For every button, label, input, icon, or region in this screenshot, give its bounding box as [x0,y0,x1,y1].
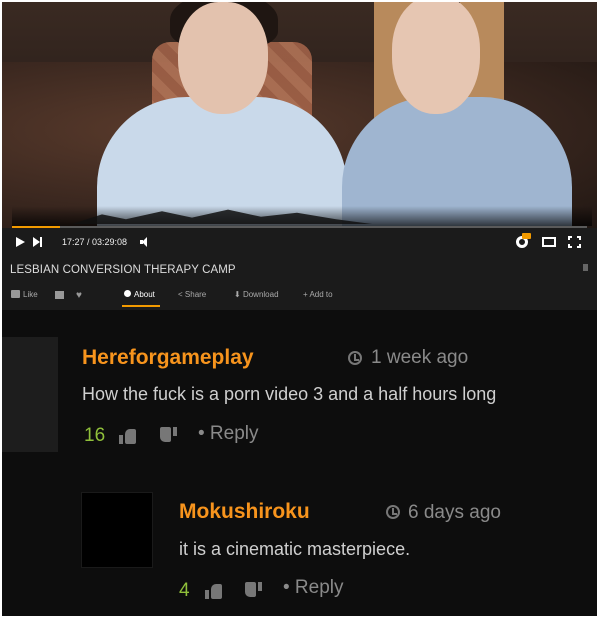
avatar[interactable] [81,492,153,568]
reply-link[interactable]: • Reply [198,423,259,445]
play-icon[interactable] [16,237,25,247]
share-icon: < [178,290,183,299]
clock-icon [348,351,362,365]
comment-username[interactable]: Mokushiroku [179,500,310,524]
comment-username[interactable]: Hereforgameplay [82,346,254,370]
thumbs-down-icon[interactable] [160,427,177,442]
theater-mode-icon[interactable] [542,237,556,247]
tab-share-label: Share [184,290,207,299]
video-actions-bar: Like ♥ About < Share ⬇ Download + Add to [2,288,597,310]
tab-download[interactable]: ⬇ Download [234,288,279,302]
hd-badge-icon [522,233,531,239]
progress-bar[interactable] [12,226,587,228]
tab-download-label: Download [242,290,279,299]
tab-add-to[interactable]: + Add to [303,288,333,302]
video-scene-person-right-head [392,2,480,114]
tab-add-to-label: Add to [309,290,333,299]
comment-text: it is a cinematic masterpiece. [179,539,411,559]
player-controls: 17:27 / 03:29:08 [2,230,597,254]
comment-vote-count: 16 [84,425,106,446]
like-button[interactable]: Like [11,288,38,302]
progress-fill [12,226,60,228]
volume-icon[interactable] [140,237,150,247]
download-icon: ⬇ [234,290,241,299]
video-frame[interactable] [2,2,597,228]
like-label: Like [23,290,38,299]
clock-icon [386,505,400,519]
next-icon[interactable] [33,237,43,247]
video-scene-person-left-head [178,2,268,114]
thumbs-up-icon[interactable] [205,584,222,599]
thumbs-up-icon [11,290,20,298]
avatar[interactable] [2,337,58,452]
time-display: 17:27 / 03:29:08 [62,237,128,247]
thumbs-down-icon[interactable] [245,582,262,597]
favorite-heart-icon[interactable]: ♥ [76,289,82,303]
thumbs-up-icon[interactable] [119,429,136,444]
video-player[interactable]: 17:27 / 03:29:08 LESBIAN CONVERSION THER… [2,2,597,310]
video-title: LESBIAN CONVERSION THERAPY CAMP [10,264,236,276]
tab-about-label: About [134,290,155,299]
active-tab-indicator [122,305,160,307]
tab-share[interactable]: < Share [178,288,206,302]
plus-icon: + [303,290,308,299]
comment-text: How the fuck is a porn video 3 and a hal… [82,384,497,404]
info-icon [124,290,131,297]
comment-timestamp: 6 days ago [408,502,501,523]
fullscreen-icon[interactable] [568,236,581,248]
comments-section: Hereforgameplay 1 week ago How the fuck … [2,310,597,616]
reply-link[interactable]: • Reply [283,577,344,599]
comment-timestamp: 1 week ago [371,347,469,368]
comment-vote-count: 4 [179,580,190,601]
flag-icon[interactable] [583,264,588,271]
thumbs-down-icon[interactable] [55,291,64,299]
tab-about[interactable]: About [124,288,155,302]
